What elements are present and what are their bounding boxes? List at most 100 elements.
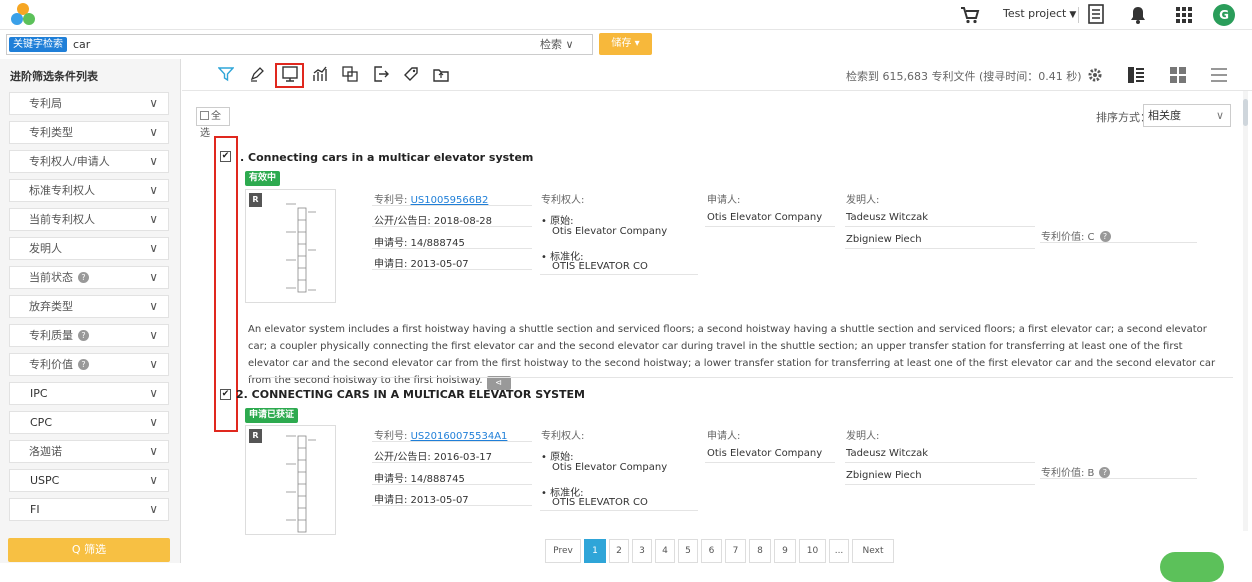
pagination-ellipsis: ... [829, 539, 849, 563]
list-detail-view-icon[interactable] [1128, 67, 1144, 83]
bell-icon[interactable] [1130, 6, 1146, 24]
pagination-page-2[interactable]: 2 [609, 539, 629, 563]
r-badge: R [249, 429, 262, 443]
sidebar-item-patent-value[interactable]: 专利价值? ∨ [9, 353, 169, 376]
sidebar-item-standard-assignee[interactable]: 标准专利权人 ∨ [9, 179, 169, 202]
sidebar-item-ipc[interactable]: IPC ∨ [9, 382, 169, 405]
divider [1078, 7, 1079, 23]
scrollbar[interactable] [1243, 91, 1248, 531]
pagination-page-5[interactable]: 5 [678, 539, 698, 563]
folder-share-icon[interactable] [433, 66, 449, 82]
original-label: • 原始: [541, 216, 574, 227]
help-icon[interactable]: ? [1099, 231, 1111, 242]
result-title-1[interactable]: . Connecting cars in a multicar elevator… [240, 151, 533, 164]
patent-thumbnail[interactable]: R [245, 189, 336, 303]
select-all-checkbox[interactable]: 全选 [196, 107, 230, 139]
project-selector[interactable]: Test project ▼ [1003, 7, 1076, 20]
sidebar-title: 进阶筛选条件列表 [10, 70, 98, 83]
export-icon[interactable] [373, 66, 389, 82]
chevron-down-icon: ∨ [149, 125, 158, 139]
result-checkbox-1[interactable]: ✔ [220, 151, 231, 162]
result-title-2[interactable]: 2. CONNECTING CARS IN A MULTICAR ELEVATO… [236, 388, 585, 401]
pagination-page-4[interactable]: 4 [655, 539, 675, 563]
compare-icon[interactable] [342, 66, 358, 82]
save-button[interactable]: 储存 ▾ [599, 33, 652, 55]
inventor-1: Tadeusz Witczak [846, 212, 929, 223]
patent-value: 专利价值: B? [1041, 464, 1111, 479]
keyword-search-tag[interactable]: 关键字检索 [9, 37, 67, 52]
chevron-down-icon: ∨ [149, 444, 158, 458]
divider [540, 274, 698, 275]
sidebar-item-patent-quality[interactable]: 专利质量? ∨ [9, 324, 169, 347]
sidebar-item-patent-type[interactable]: 专利类型 ∨ [9, 121, 169, 144]
sort-value: 相关度 [1148, 109, 1181, 122]
pagination-page-7[interactable]: 7 [725, 539, 746, 563]
result-count: 检索到 615,683 专利文件 (搜寻时间：0.41 秒) [846, 70, 1082, 83]
pagination-page-6[interactable]: 6 [701, 539, 722, 563]
search-input[interactable]: car [6, 34, 593, 55]
divider [372, 484, 532, 485]
monitor-icon[interactable] [282, 66, 298, 82]
sidebar-item-locarno[interactable]: 洛迦诺 ∨ [9, 440, 169, 463]
result-checkbox-2[interactable]: ✔ [220, 389, 231, 400]
drawing-icon [286, 203, 316, 293]
divider [372, 205, 532, 206]
sidebar-item-label: 放弃类型 [29, 300, 73, 313]
sidebar-item-abandon-type[interactable]: 放弃类型 ∨ [9, 295, 169, 318]
pagination-page-8[interactable]: 8 [749, 539, 771, 563]
app-no: 申请号: 14/888745 [374, 474, 465, 485]
sidebar-item-inventor[interactable]: 发明人 ∨ [9, 237, 169, 260]
sidebar-item-current-assignee[interactable]: 当前专利权人 ∨ [9, 208, 169, 231]
help-icon[interactable]: ? [78, 272, 89, 283]
pagination-page-10[interactable]: 10 [799, 539, 826, 563]
gear-icon[interactable] [1087, 67, 1103, 83]
applicant-value: Otis Elevator Company [707, 212, 823, 223]
scrollbar-thumb[interactable] [1243, 99, 1248, 126]
assignee-label: 专利权人: [541, 431, 585, 442]
sidebar-item-uspc[interactable]: USPC ∨ [9, 469, 169, 492]
original-label: • 原始: [541, 452, 574, 463]
sort-select[interactable]: 相关度 ∨ [1143, 104, 1231, 127]
chevron-down-icon: ∨ [149, 357, 158, 371]
highlighted-checkbox-column [214, 136, 238, 432]
sidebar-item-patent-office[interactable]: 专利局 ∨ [9, 92, 169, 115]
help-icon[interactable]: ? [1099, 467, 1111, 478]
pagination-page-1[interactable]: 1 [584, 539, 606, 563]
analytics-icon[interactable] [312, 66, 328, 82]
pagination-page-9[interactable]: 9 [774, 539, 796, 563]
help-icon[interactable]: ? [78, 330, 89, 341]
pagination-next[interactable]: Next [852, 539, 894, 563]
chevron-down-icon: ∨ [149, 270, 158, 284]
applicant-value: Otis Elevator Company [707, 448, 823, 459]
search-button[interactable]: 检索 ∨ [540, 35, 574, 54]
divider [372, 248, 532, 249]
document-icon[interactable] [1088, 4, 1104, 24]
patent-thumbnail[interactable]: R [245, 425, 336, 535]
grid-view-icon[interactable] [1170, 67, 1186, 83]
sidebar-item-label: FI [30, 503, 40, 516]
sidebar-item-assignee-applicant[interactable]: 专利权人/申请人 ∨ [9, 150, 169, 173]
highlighter-icon[interactable] [249, 66, 265, 82]
divider [1040, 242, 1197, 243]
applicant-label: 申请人: [707, 431, 741, 442]
pagination-page-3[interactable]: 3 [632, 539, 652, 563]
chat-fab-button[interactable] [1160, 552, 1224, 582]
cart-icon[interactable] [960, 6, 980, 24]
sidebar-item-cpc[interactable]: CPC ∨ [9, 411, 169, 434]
list-view-icon[interactable] [1211, 67, 1227, 83]
divider [372, 505, 532, 506]
help-icon[interactable]: ? [78, 359, 89, 370]
app-logo-icon[interactable] [10, 2, 36, 26]
filter-icon[interactable] [218, 66, 234, 82]
filter-button[interactable]: Q 筛选 [8, 538, 170, 562]
tag-icon[interactable] [403, 66, 419, 82]
app-no: 申请号: 14/888745 [374, 238, 465, 249]
sidebar-item-fi[interactable]: FI ∨ [9, 498, 169, 521]
divider [372, 226, 532, 227]
pagination-prev[interactable]: Prev [545, 539, 581, 563]
divider [845, 248, 1035, 249]
apps-grid-icon[interactable] [1176, 7, 1192, 23]
sidebar-item-current-status[interactable]: 当前状态? ∨ [9, 266, 169, 289]
divider [845, 484, 1035, 485]
avatar[interactable]: G [1213, 4, 1235, 26]
